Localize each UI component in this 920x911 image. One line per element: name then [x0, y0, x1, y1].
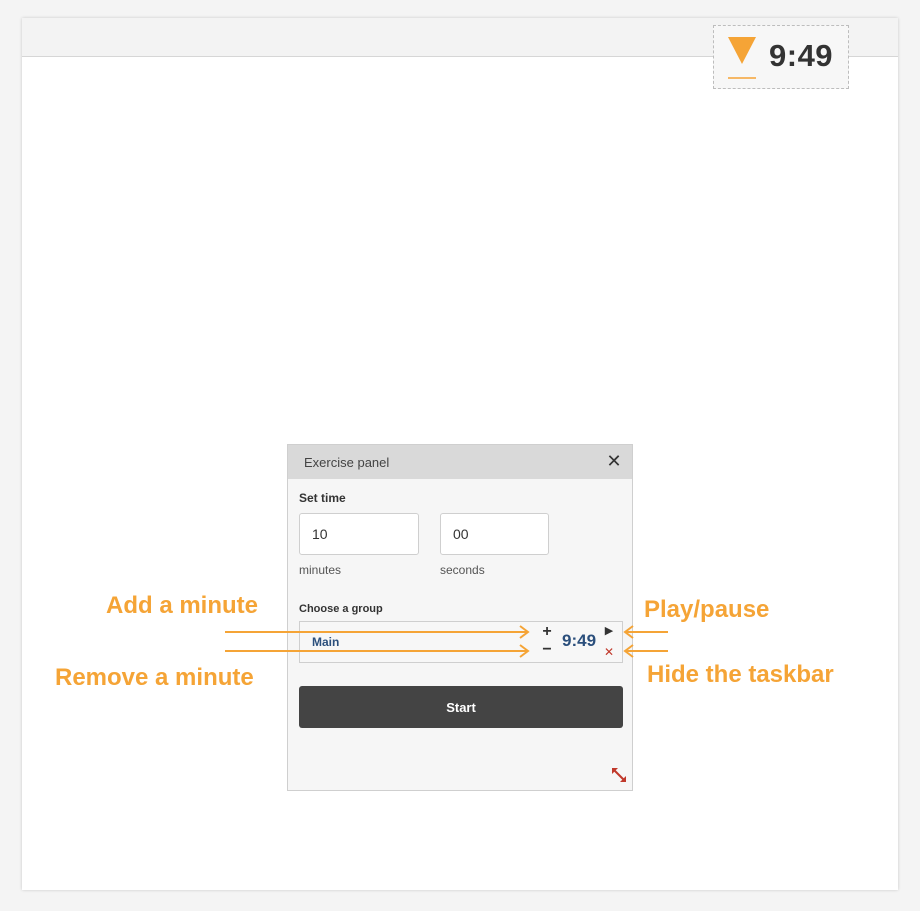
set-time-label: Set time: [299, 491, 346, 505]
panel-title: Exercise panel: [304, 455, 390, 470]
close-x-icon[interactable]: ✕: [603, 645, 615, 659]
hourglass-icon: [728, 37, 756, 79]
timer-widget[interactable]: 9:49: [713, 25, 849, 89]
start-button[interactable]: Start: [299, 686, 623, 728]
annotation-add-minute: Add a minute: [106, 592, 259, 619]
panel-header: Exercise panel ✕: [288, 445, 632, 479]
plus-icon[interactable]: +: [540, 623, 554, 641]
timer-display: 9:49: [769, 38, 834, 73]
resize-icon[interactable]: [611, 767, 627, 783]
seconds-label: seconds: [440, 563, 485, 577]
choose-group-label: Choose a group: [299, 603, 383, 615]
play-icon[interactable]: ▶: [603, 624, 615, 637]
exercise-panel: Exercise panel ✕ Set time minutes second…: [287, 444, 633, 791]
minutes-input[interactable]: [299, 513, 419, 555]
minus-icon[interactable]: −: [540, 641, 554, 659]
mini-timer-display: 9:49: [562, 631, 597, 650]
annotation-remove-minute: Remove a minute: [55, 664, 254, 691]
group-name[interactable]: Main: [312, 635, 339, 649]
annotation-play-pause: Play/pause: [644, 596, 770, 623]
minutes-label: minutes: [299, 563, 342, 577]
annotation-hide-taskbar: Hide the taskbar: [647, 661, 834, 688]
group-taskbar[interactable]: Main + − 9:49 ▶ ✕: [299, 621, 623, 663]
close-icon[interactable]: ✕: [604, 451, 624, 471]
seconds-input[interactable]: [440, 513, 549, 555]
